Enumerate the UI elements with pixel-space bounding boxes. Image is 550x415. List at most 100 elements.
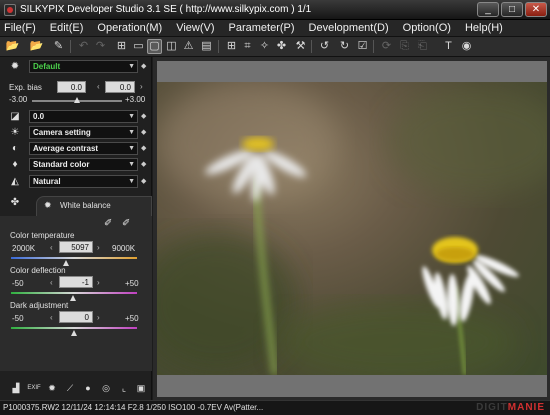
- frame-icon[interactable]: ▣: [134, 381, 148, 395]
- sharpness-value: Natural: [33, 177, 61, 186]
- wand-icon[interactable]: ✧: [257, 39, 272, 54]
- color-temperature-input[interactable]: 5097: [59, 241, 93, 253]
- tools-icon[interactable]: ⚒: [293, 39, 308, 54]
- curve-icon[interactable]: ⟋: [63, 381, 77, 395]
- exp-bias-fine-input[interactable]: 0.0: [105, 81, 135, 93]
- color-deflection-slider-track[interactable]: [11, 292, 137, 294]
- color-deflection-max: +50: [125, 279, 139, 288]
- color-value: Standard color: [33, 160, 90, 169]
- tab-strip: ✤ ✹ White balance: [0, 194, 152, 216]
- taste-dropdown[interactable]: Default ▼: [29, 60, 138, 73]
- rotate-left-icon[interactable]: ↺: [317, 39, 332, 54]
- spot-icon[interactable]: ✤: [274, 39, 289, 54]
- tone-row: ◪ 0.0 ▼ ◆: [0, 109, 152, 125]
- diamond-icon[interactable]: ◆: [141, 177, 146, 185]
- grid-view-icon[interactable]: ⊞: [114, 39, 129, 54]
- exposure-icon[interactable]: ✹: [45, 381, 59, 395]
- grid-overlay-icon[interactable]: ⊞: [224, 39, 239, 54]
- menu-edit[interactable]: Edit(E): [50, 22, 84, 34]
- chevron-left-icon[interactable]: ‹: [50, 313, 53, 322]
- columns-view-icon[interactable]: ▤: [199, 39, 214, 54]
- menu-file[interactable]: File(F): [4, 22, 36, 34]
- tone-value: 0.0: [33, 112, 45, 121]
- dark-adjustment-slider-track[interactable]: [11, 327, 137, 329]
- fine-tune-icon[interactable]: ✤: [8, 196, 22, 210]
- diamond-icon[interactable]: ◆: [141, 62, 146, 70]
- exp-bias-slider-thumb[interactable]: [74, 97, 80, 103]
- filmstrip-view-icon[interactable]: ▭: [131, 39, 146, 54]
- menu-bar: File(F) Edit(E) Operation(M) View(V) Par…: [0, 20, 550, 37]
- watermark: DIGITMANIE: [476, 402, 545, 413]
- color-temperature-slider-track[interactable]: [11, 257, 137, 259]
- histogram-icon[interactable]: ▟: [9, 381, 23, 395]
- crop-icon[interactable]: ⌗: [240, 39, 255, 54]
- minimize-button[interactable]: _: [477, 2, 499, 17]
- chevron-left-icon[interactable]: ‹: [50, 278, 53, 287]
- white-balance-title: White balance: [60, 201, 111, 210]
- chevron-right-icon[interactable]: ›: [97, 278, 100, 287]
- menu-help[interactable]: Help(H): [465, 22, 503, 34]
- diamond-icon[interactable]: ◆: [141, 128, 146, 136]
- contrast-dropdown[interactable]: Average contrast ▼: [29, 142, 138, 155]
- rotate-right-icon[interactable]: ↻: [337, 39, 352, 54]
- sun-small-icon: ✹: [44, 200, 52, 210]
- wb-eyedropper-icon[interactable]: ✐: [104, 218, 112, 229]
- menu-development[interactable]: Development(D): [309, 22, 389, 34]
- dark-adjustment-input[interactable]: 0: [59, 311, 93, 323]
- diamond-icon[interactable]: ◆: [141, 144, 146, 152]
- preview-photo[interactable]: [157, 82, 547, 375]
- open-recent-icon[interactable]: 📂: [29, 39, 44, 54]
- dark-adjustment-slider-thumb[interactable]: [71, 330, 77, 336]
- sync-icon[interactable]: ⟳: [379, 39, 394, 54]
- undo-icon[interactable]: ↶: [76, 39, 91, 54]
- checkbox-icon[interactable]: ☑: [355, 39, 370, 54]
- menu-parameter[interactable]: Parameter(P): [229, 22, 295, 34]
- color-deflection-slider-thumb[interactable]: [69, 295, 76, 301]
- watermark-part-b: MANIE: [507, 402, 545, 413]
- copy-params-icon[interactable]: ⎘: [397, 39, 412, 54]
- sharpness-dropdown[interactable]: Natural ▼: [29, 175, 138, 188]
- menu-view[interactable]: View(V): [176, 22, 214, 34]
- maximize-button[interactable]: □: [501, 2, 523, 17]
- exif-icon[interactable]: EXIF: [27, 381, 41, 395]
- image-viewer: [153, 57, 550, 400]
- chevron-right-icon[interactable]: ›: [97, 243, 100, 252]
- color-temperature-max: 9000K: [112, 244, 136, 253]
- exp-bias-max: +3.00: [125, 95, 146, 104]
- color-dropdown[interactable]: Standard color ▼: [29, 158, 138, 171]
- chevron-left-icon[interactable]: ‹: [50, 243, 53, 252]
- dark-adjustment-min: -50: [12, 314, 24, 323]
- color-deflection-input[interactable]: -1: [59, 276, 93, 288]
- develop-icon[interactable]: ◉: [459, 39, 474, 54]
- taste-row: ✹ Default ▼ ◆: [0, 59, 152, 75]
- window-controls: _ □ ✕: [477, 2, 547, 17]
- chevron-right-icon[interactable]: ›: [97, 313, 100, 322]
- diamond-icon[interactable]: ◆: [141, 160, 146, 168]
- lens-icon[interactable]: ◎: [99, 381, 113, 395]
- menu-option[interactable]: Option(O): [403, 22, 451, 34]
- redo-icon[interactable]: ↷: [93, 39, 108, 54]
- paste-params-icon[interactable]: ⎗: [415, 39, 430, 54]
- crop-corner-icon[interactable]: ⌞: [117, 381, 131, 395]
- wb-auto-icon[interactable]: ✐: [122, 218, 130, 229]
- menu-operation[interactable]: Operation(M): [97, 22, 162, 34]
- diamond-icon[interactable]: ◆: [141, 112, 146, 120]
- tone-dropdown[interactable]: 0.0 ▼: [29, 110, 138, 123]
- close-button[interactable]: ✕: [525, 2, 547, 17]
- color-row: ♦ Standard color ▼ ◆: [0, 157, 152, 173]
- warning-icon[interactable]: ⚠: [181, 39, 196, 54]
- compare-view-icon[interactable]: ◫: [164, 39, 179, 54]
- single-view-icon[interactable]: ▢: [147, 39, 162, 54]
- chevron-left-icon[interactable]: ‹: [97, 82, 100, 91]
- chevron-right-icon[interactable]: ›: [140, 82, 143, 91]
- color-ball-icon[interactable]: ●: [81, 381, 95, 395]
- app-icon: [4, 4, 16, 16]
- camera-setting-row: ☀ Camera setting ▼ ◆: [0, 125, 152, 141]
- window-title: SILKYPIX Developer Studio 3.1 SE ( http:…: [20, 4, 312, 15]
- eyedropper-icon[interactable]: ✎: [51, 39, 66, 54]
- open-folder-icon[interactable]: 📂: [5, 39, 20, 54]
- text-tool-icon[interactable]: T: [441, 39, 456, 54]
- status-bar: P1000375.RW2 12/11/24 12:14:14 F2.8 1/25…: [0, 400, 550, 415]
- exp-bias-input[interactable]: 0.0: [57, 81, 86, 93]
- camera-setting-dropdown[interactable]: Camera setting ▼: [29, 126, 138, 139]
